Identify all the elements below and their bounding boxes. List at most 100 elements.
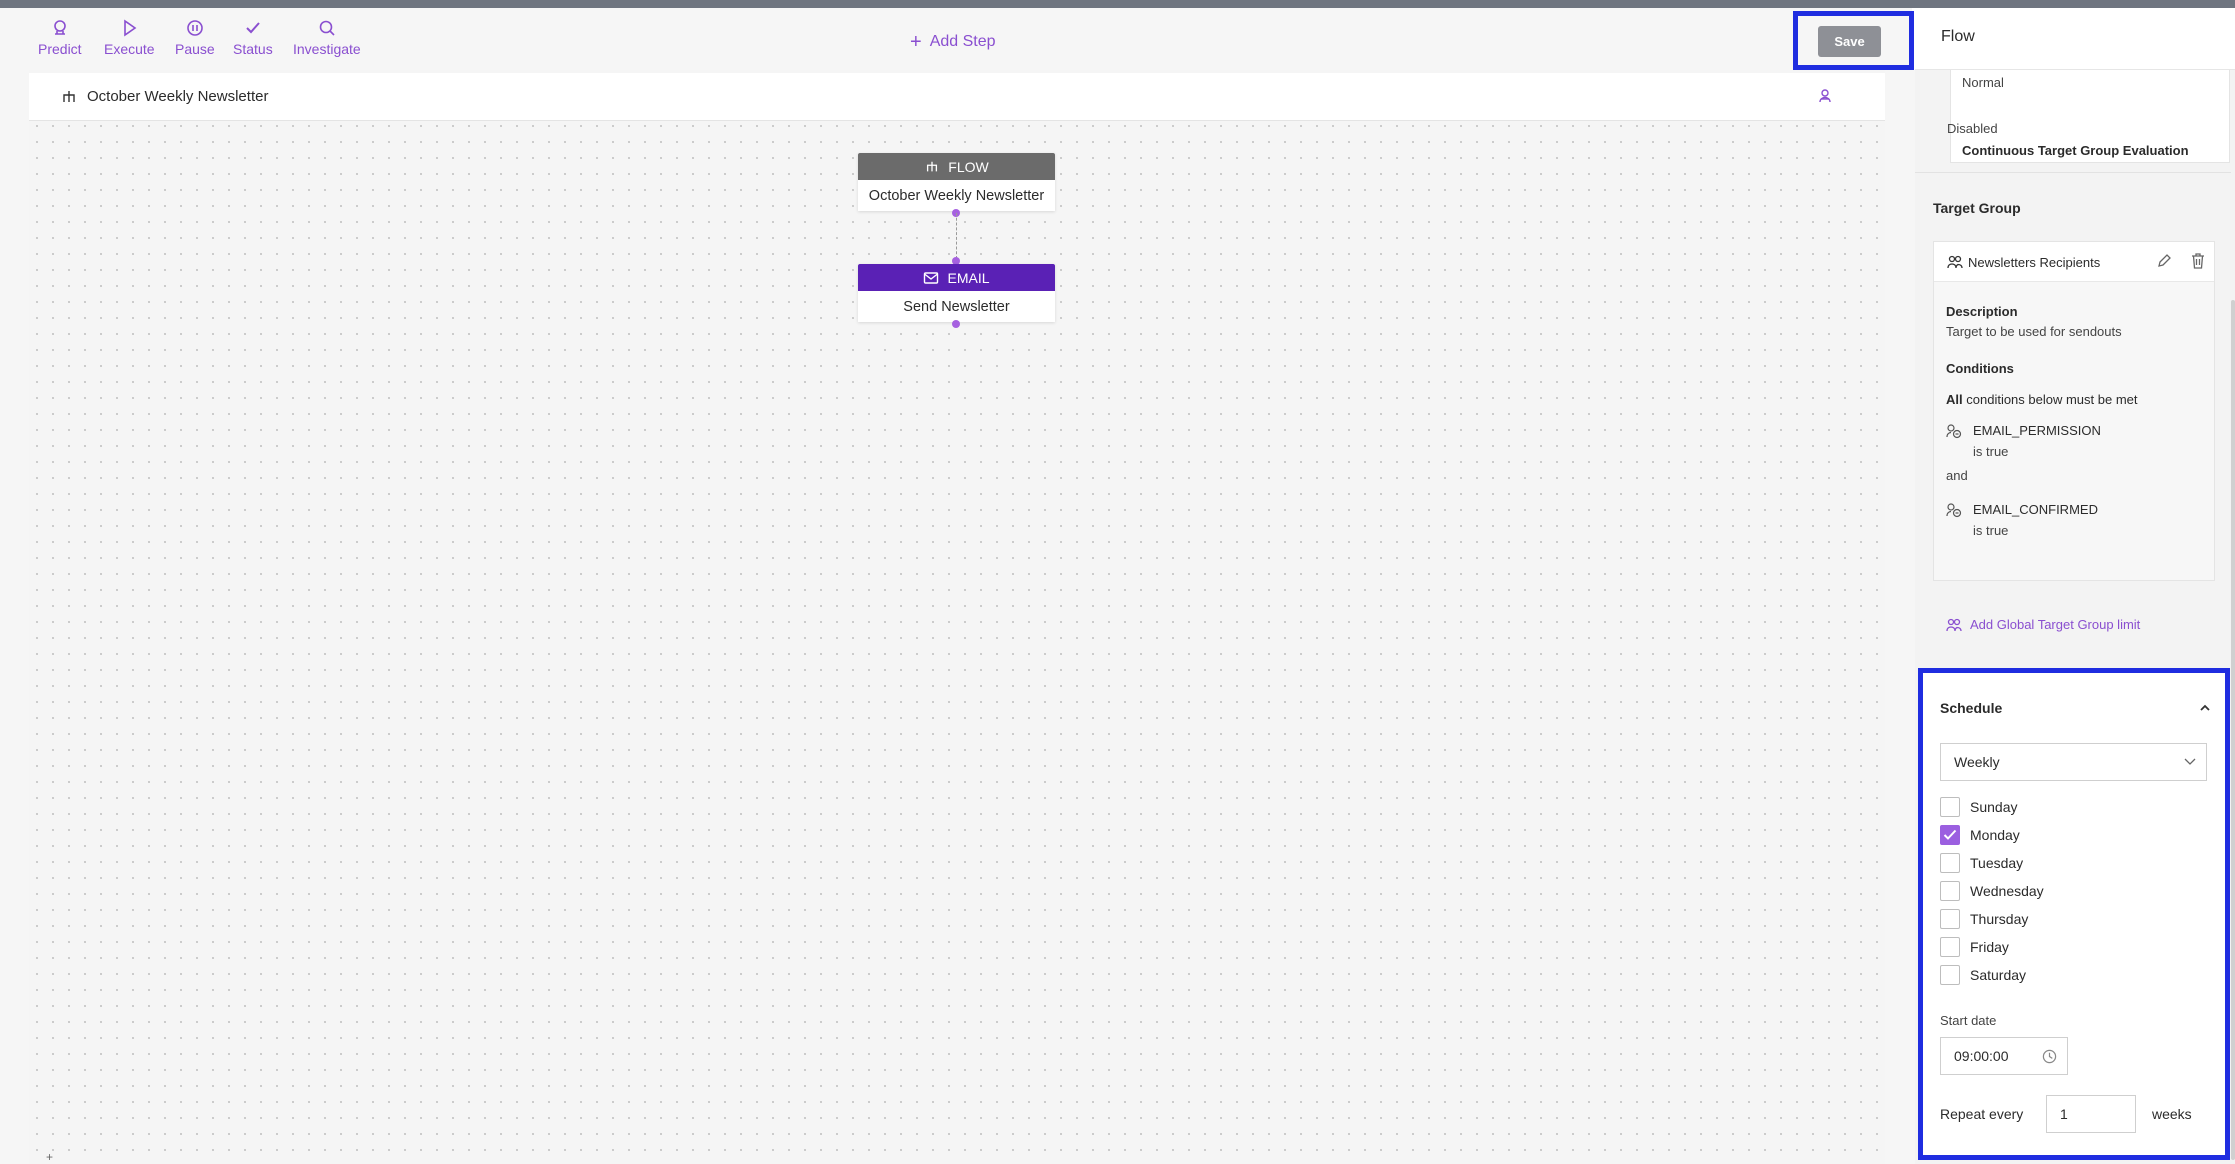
start-time-input[interactable]: 09:00:00 [1940, 1037, 2068, 1075]
condition-icon [1946, 424, 1962, 439]
investigate-button[interactable]: Investigate [293, 18, 361, 57]
description-label: Description [1946, 304, 2018, 319]
saturday-label: Saturday [1970, 967, 2027, 983]
chevron-down-icon [2184, 758, 2196, 765]
day-sunday[interactable]: Sunday [1940, 797, 2017, 817]
target-group-card: Newsletters Recipients Description Targe… [1933, 241, 2215, 581]
users-icon [1947, 255, 1963, 269]
edit-icon[interactable] [2156, 253, 2172, 269]
add-step-button[interactable]: + Add Step [910, 31, 996, 53]
thursday-label: Thursday [1970, 911, 2029, 927]
sunday-label: Sunday [1970, 799, 2018, 815]
schedule-section: Schedule Weekly Sunday Monday Tuesday We… [1918, 668, 2230, 1160]
wednesday-checkbox[interactable] [1940, 881, 1960, 901]
day-friday[interactable]: Friday [1940, 937, 2009, 957]
cte-label: Continuous Target Group Evaluation [1962, 143, 2189, 158]
friday-label: Friday [1970, 939, 2009, 955]
wednesday-label: Wednesday [1970, 883, 2044, 899]
node-connector [956, 213, 957, 259]
email-node-header: EMAIL [858, 264, 1055, 291]
email-node-type: EMAIL [947, 269, 990, 286]
predict-button[interactable]: Predict [38, 18, 82, 57]
trash-icon[interactable] [2191, 253, 2205, 269]
divider [1915, 172, 2231, 173]
chevron-up-icon[interactable] [2199, 703, 2211, 713]
all-rest: conditions below must be met [1966, 392, 2138, 407]
user-icon[interactable] [1817, 88, 1833, 104]
description-text: Target to be used for sendouts [1946, 324, 2122, 339]
panel-scrollbar[interactable] [2231, 300, 2235, 1160]
monday-checkbox[interactable] [1940, 825, 1960, 845]
monday-label: Monday [1970, 827, 2020, 843]
day-thursday[interactable]: Thursday [1940, 909, 2028, 929]
save-button[interactable]: Save [1818, 26, 1881, 57]
start-time-value: 09:00:00 [1954, 1048, 2009, 1064]
pause-label: Pause [175, 41, 215, 57]
panel-title: Flow [1915, 8, 2235, 70]
add-global-limit-link[interactable]: Add Global Target Group limit [1946, 617, 2140, 632]
cte-value: Disabled [1947, 121, 1998, 136]
check-icon [246, 22, 260, 34]
canvas-right-gutter [1885, 70, 1915, 1164]
condition-1-field: EMAIL_PERMISSION [1973, 423, 2101, 438]
flow-tree-icon [927, 161, 938, 171]
pause-button[interactable]: Pause [175, 18, 215, 57]
flow-canvas[interactable] [29, 70, 1885, 1164]
tuesday-label: Tuesday [1970, 855, 2024, 871]
condition-icon [1946, 503, 1962, 518]
add-step-label: Add Step [929, 33, 996, 50]
zoom-in-button[interactable]: + [46, 1150, 60, 1164]
sunday-checkbox[interactable] [1940, 797, 1960, 817]
frequency-select[interactable]: Weekly [1940, 743, 2207, 781]
tuesday-checkbox[interactable] [1940, 853, 1960, 873]
email-output-port[interactable] [952, 320, 960, 328]
flow-tree-icon [63, 90, 75, 102]
day-monday[interactable]: Monday [1940, 825, 2020, 845]
flow-node[interactable]: FLOW October Weekly Newsletter [858, 153, 1055, 211]
predict-label: Predict [38, 41, 82, 57]
repeat-unit: weeks [2152, 1106, 2192, 1122]
conditions-label: Conditions [1946, 361, 2014, 376]
condition-2-op: is true [1973, 523, 2009, 538]
target-group-name: Newsletters Recipients [1968, 255, 2101, 270]
predict-icon [53, 20, 66, 35]
all-word: All [1946, 392, 1963, 407]
conditions-rule: All conditions below must be met [1946, 392, 2138, 407]
flow-name: October Weekly Newsletter [87, 88, 269, 105]
top-border [0, 0, 2235, 8]
repeat-label: Repeat every [1940, 1106, 2024, 1122]
flow-node-title: October Weekly Newsletter [868, 187, 1045, 204]
repeat-value: 1 [2060, 1106, 2068, 1122]
day-tuesday[interactable]: Tuesday [1940, 853, 2023, 873]
pause-icon [187, 20, 203, 36]
day-saturday[interactable]: Saturday [1940, 965, 2026, 985]
flow-breadcrumb: October Weekly Newsletter [29, 73, 1885, 121]
plus-icon: + [910, 31, 922, 53]
toolbar: Predict Execute Pause Status Investigate… [0, 8, 1912, 70]
condition-2-field: EMAIL_CONFIRMED [1973, 502, 2098, 517]
status-button[interactable]: Status [233, 18, 273, 57]
email-node-title: Send Newsletter [903, 298, 1010, 315]
execute-button[interactable]: Execute [104, 18, 155, 57]
email-node[interactable]: EMAIL Send Newsletter [858, 264, 1055, 322]
flow-node-type: FLOW [948, 158, 989, 175]
envelope-icon [924, 271, 939, 284]
add-global-limit-label: Add Global Target Group limit [1970, 617, 2141, 632]
condition-1-op: is true [1973, 444, 2009, 459]
schedule-heading: Schedule [1940, 700, 2003, 716]
condition-joiner: and [1946, 468, 1968, 483]
friday-checkbox[interactable] [1940, 937, 1960, 957]
thursday-checkbox[interactable] [1940, 909, 1960, 929]
status-label: Status [233, 41, 273, 57]
flow-node-header: FLOW [858, 153, 1055, 180]
clock-icon[interactable] [2042, 1049, 2057, 1064]
target-group-heading: Target Group [1933, 200, 2021, 216]
saturday-checkbox[interactable] [1940, 965, 1960, 985]
search-icon [319, 20, 335, 36]
repeat-interval-input[interactable]: 1 [2046, 1095, 2136, 1133]
cut-value: Normal [1962, 75, 2004, 90]
day-wednesday[interactable]: Wednesday [1940, 881, 2044, 901]
save-highlight: Save [1793, 11, 1914, 70]
check-icon [1943, 829, 1957, 840]
start-date-label: Start date [1940, 1013, 1997, 1028]
